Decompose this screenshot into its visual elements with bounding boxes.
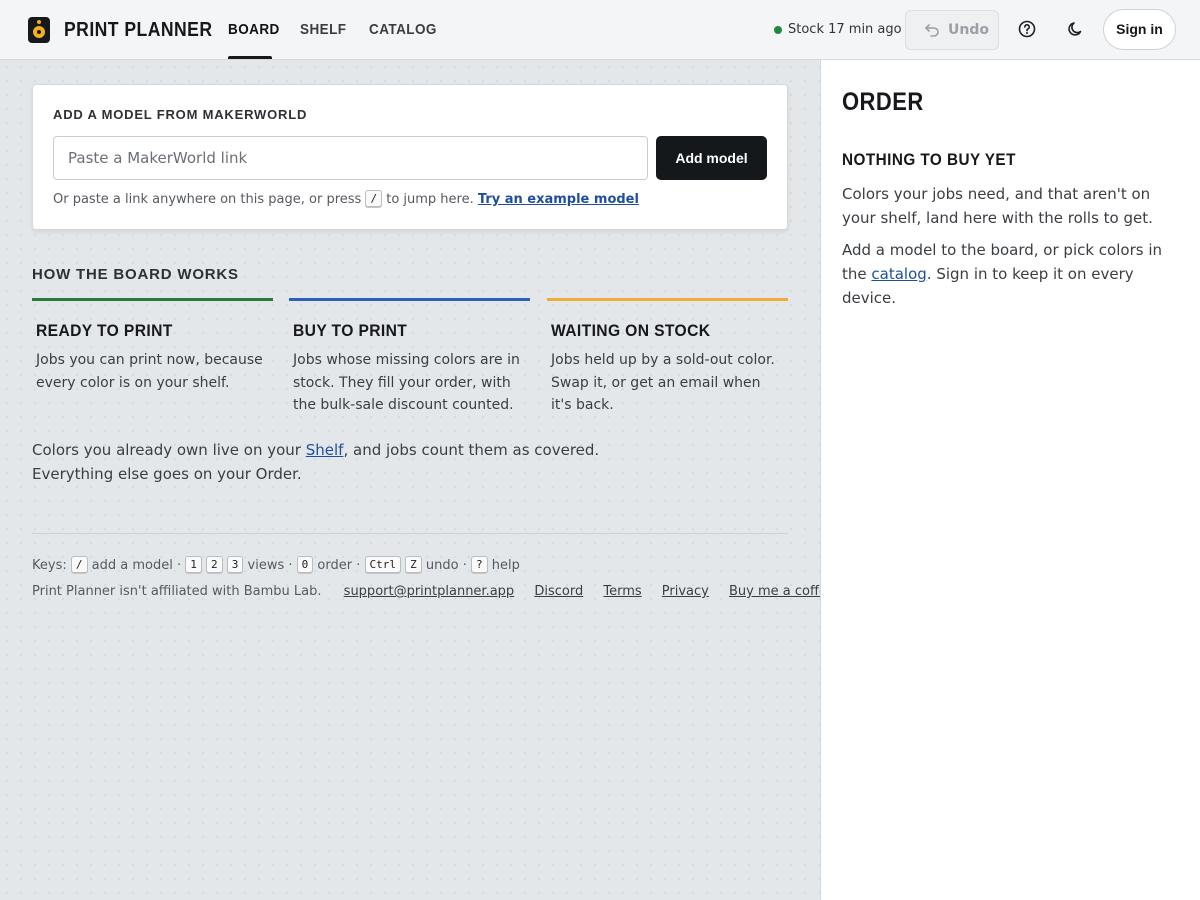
key-question: ? (471, 556, 488, 573)
brand-title[interactable]: PRINT PLANNER (64, 17, 212, 43)
key-0: 0 (296, 556, 314, 573)
order-title: ORDER (842, 88, 924, 116)
keyboard-shortcuts: Keys: / add a model · 1 2 3 views · 0 or… (32, 556, 520, 575)
sign-in-button[interactable]: Sign in (1103, 9, 1176, 50)
privacy-link[interactable]: Privacy (662, 584, 709, 599)
keys-views-text: views · (247, 558, 293, 573)
footer: Print Planner isn't affiliated with Bamb… (32, 583, 835, 601)
buy-title: BUY TO PRINT (293, 321, 408, 340)
footer-divider (32, 533, 788, 534)
keys-undo-text: undo · (425, 558, 467, 573)
key-2: 2 (206, 556, 223, 573)
discord-link[interactable]: Discord (534, 584, 583, 599)
logo-icon[interactable] (28, 17, 50, 43)
waiting-description: Jobs held up by a sold-out color. Swap i… (551, 352, 775, 413)
add-model-button[interactable]: Add model (656, 136, 767, 180)
column-buy-to-print: BUY TO PRINT Jobs whose missing colors a… (289, 298, 530, 417)
column-waiting-on-stock: WAITING ON STOCK Jobs held up by a sold-… (547, 298, 788, 417)
how-board-works-title: HOW THE BOARD WORKS (32, 266, 239, 283)
keys-label: Keys: (32, 558, 67, 573)
example-model-link[interactable]: Try an example model (478, 192, 639, 207)
board-summary: Colors you already own live on your Shel… (32, 438, 682, 486)
order-panel: ORDER NOTHING TO BUY YET Colors your job… (820, 60, 1200, 900)
waiting-title: WAITING ON STOCK (551, 321, 711, 340)
top-bar: PRINT PLANNER BOARD SHELF CATALOG Stock … (0, 0, 1200, 60)
terms-link[interactable]: Terms (603, 584, 641, 599)
ready-title: READY TO PRINT (36, 321, 173, 340)
order-paragraph-1: Colors your jobs need, and that aren't o… (842, 185, 1153, 227)
makerworld-link-input[interactable] (53, 136, 648, 180)
hint-text-after: to jump here. (386, 192, 474, 207)
shelf-link[interactable]: Shelf (306, 441, 344, 459)
tab-shelf[interactable]: SHELF (300, 20, 347, 40)
hint-text-before: Or paste a link anywhere on this page, o… (53, 192, 362, 207)
add-model-title: ADD A MODEL FROM MAKERWORLD (53, 107, 308, 122)
key-1: 1 (185, 556, 202, 573)
key-slash: / (70, 556, 88, 573)
catalog-link[interactable]: catalog (871, 265, 926, 283)
tab-board[interactable]: BOARD (228, 20, 280, 40)
moon-icon[interactable] (1065, 18, 1087, 40)
footer-disclaimer: Print Planner isn't affiliated with Bamb… (32, 584, 322, 599)
keys-order-text: order · (317, 558, 361, 573)
undo-icon (925, 24, 939, 37)
ready-color-bar (32, 298, 273, 301)
keys-help-text: help (491, 558, 520, 573)
key-3: 3 (226, 556, 244, 573)
buy-color-bar (289, 298, 530, 301)
order-paragraph-2: Add a model to the board, or pick colors… (842, 238, 1182, 310)
tab-catalog[interactable]: CATALOG (369, 20, 437, 40)
buy-description: Jobs whose missing colors are in stock. … (293, 352, 520, 413)
slash-key: / (365, 190, 383, 207)
summary-before: Colors you already own live on your (32, 441, 301, 459)
column-ready-to-print: READY TO PRINT Jobs you can print now, b… (32, 298, 273, 394)
key-z: Z (405, 556, 422, 573)
add-model-card: ADD A MODEL FROM MAKERWORLD Add model Or… (32, 84, 788, 230)
support-email-link[interactable]: support@printplanner.app (344, 584, 515, 599)
keys-add-text: add a model · (91, 558, 182, 573)
active-tab-indicator (228, 56, 272, 59)
board-main: ADD A MODEL FROM MAKERWORLD Add model Or… (0, 60, 835, 900)
stock-status-text: Stock 17 min ago (788, 22, 902, 37)
stock-status-dot (774, 26, 782, 34)
undo-label: Undo (948, 22, 989, 38)
add-model-hint: Or paste a link anywhere on this page, o… (53, 190, 639, 209)
order-empty-title: NOTHING TO BUY YET (842, 150, 1016, 169)
waiting-color-bar (547, 298, 788, 301)
order-empty-body: Colors your jobs need, and that aren't o… (842, 182, 1182, 310)
help-icon[interactable] (1016, 18, 1038, 40)
key-ctrl: Ctrl (364, 556, 401, 573)
ready-description: Jobs you can print now, because every co… (36, 352, 263, 391)
undo-button[interactable]: Undo (905, 10, 999, 50)
